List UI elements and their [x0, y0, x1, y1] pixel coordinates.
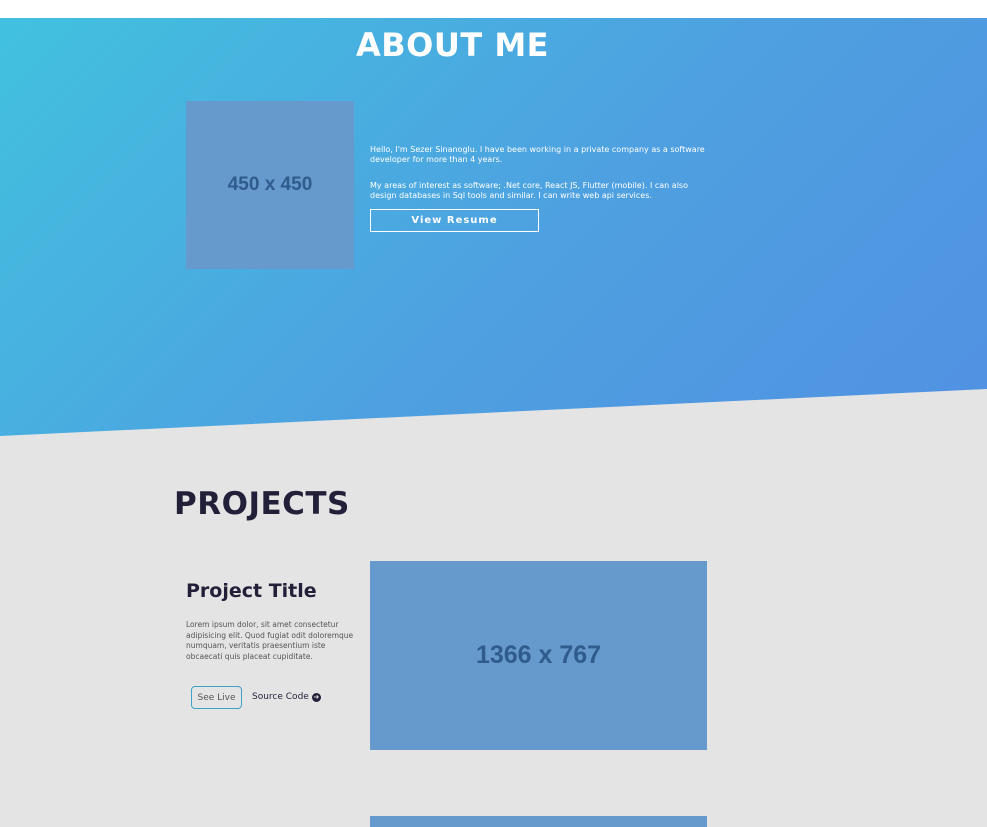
top-strip — [0, 0, 987, 18]
project-image-placeholder-2 — [370, 816, 707, 827]
about-paragraph-2: My areas of interest as software; .Net c… — [370, 181, 688, 200]
about-title: ABOUT ME — [356, 26, 550, 64]
arrow-circle-right-icon: ➜ — [311, 692, 321, 702]
project-description: Lorem ipsum dolor, sit amet consectetur … — [186, 620, 354, 661]
about-paragraph-1: Hello, I'm Sezer Sinanoglu. I have been … — [370, 145, 705, 164]
source-code-label: Source Code — [252, 692, 309, 702]
source-code-link[interactable]: Source Code ➜ — [252, 690, 321, 704]
project-image-label: 1366 x 767 — [475, 641, 602, 669]
profile-image-placeholder: 450 x 450 — [186, 101, 354, 269]
view-resume-button[interactable]: View Resume — [370, 209, 539, 232]
see-live-button[interactable]: See Live — [191, 686, 242, 709]
projects-title: PROJECTS — [174, 486, 350, 522]
project-title: Project Title — [186, 580, 317, 602]
profile-image-label: 450 x 450 — [227, 174, 313, 195]
project-image-placeholder: 1366 x 767 — [370, 561, 707, 750]
